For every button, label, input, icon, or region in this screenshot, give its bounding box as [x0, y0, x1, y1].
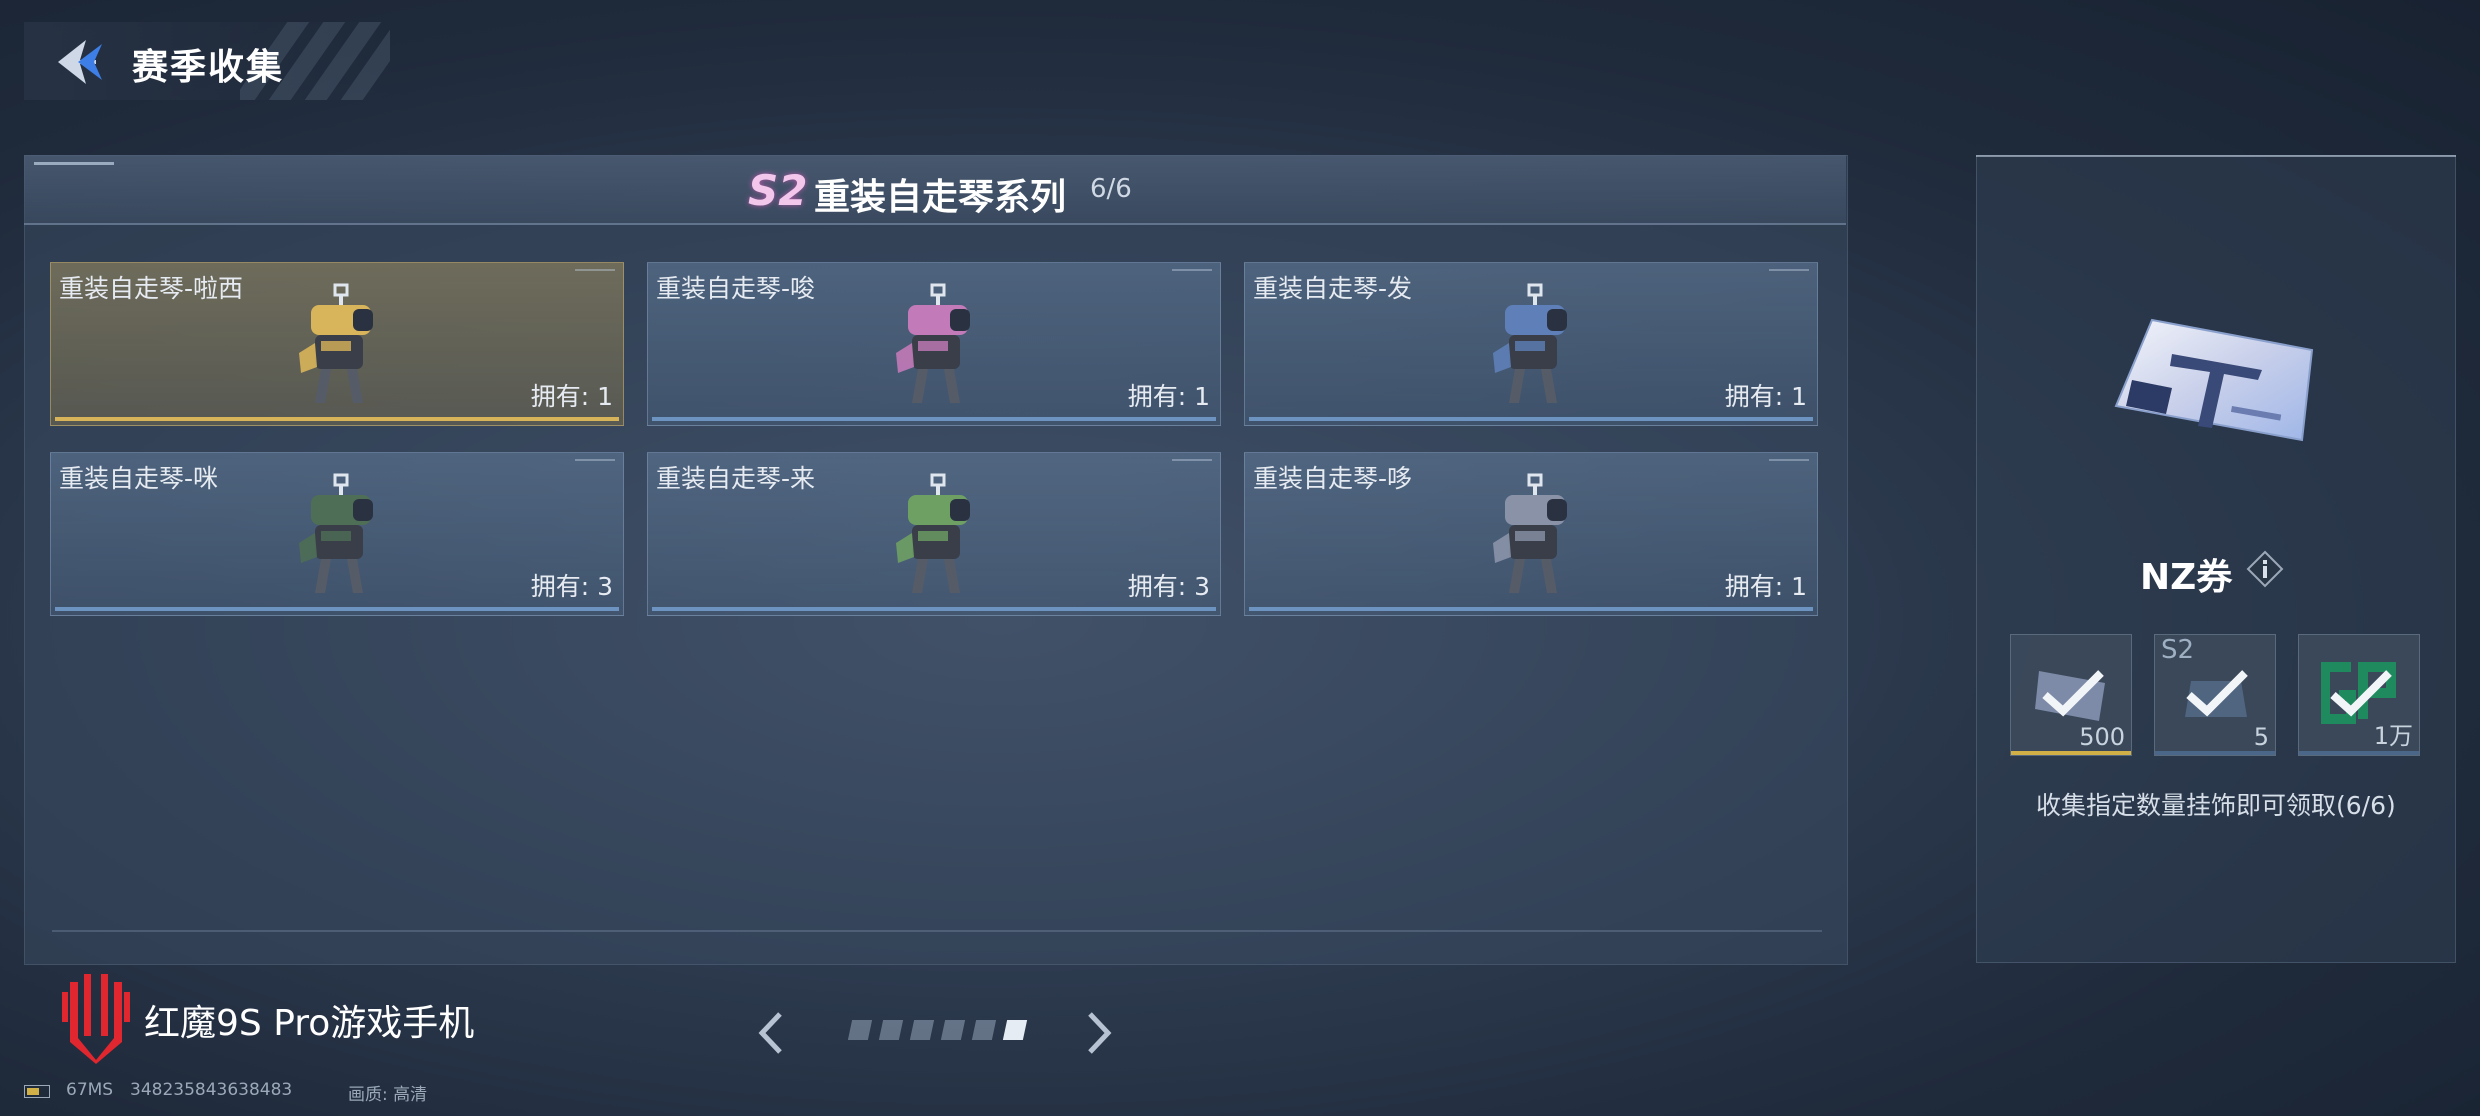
auto-piano-figure-icon	[896, 283, 970, 403]
item-name: 重装自走琴-唆	[656, 274, 816, 303]
nz-ticket-icon	[2114, 318, 2314, 442]
redmagic-logo-icon	[62, 974, 130, 1064]
page-dot[interactable]	[878, 1020, 904, 1040]
reward-name: NZ券	[2140, 557, 2233, 598]
card-corner-decoration	[1172, 459, 1212, 461]
auto-piano-figure-icon	[896, 473, 970, 593]
item-name: 重装自走琴-啦西	[59, 274, 244, 303]
collection-item-card[interactable]: 重装自走琴-啦西 拥有: 1	[50, 262, 624, 426]
collection-item-card[interactable]: 重装自走琴-咪 拥有: 3	[50, 452, 624, 616]
quality-text: 画质: 高清	[348, 1085, 428, 1105]
card-corner-decoration	[1769, 269, 1809, 271]
season-badge: S2	[748, 166, 808, 215]
rarity-bar	[55, 607, 619, 611]
rarity-bar	[1249, 417, 1813, 421]
rarity-bar	[652, 607, 1216, 611]
back-arrow-icon	[58, 40, 102, 84]
owned-count: 拥有: 3	[530, 572, 613, 601]
auto-piano-figure-icon	[1493, 473, 1567, 593]
claim-condition-text: 收集指定数量挂饰即可领取(6/6)	[2036, 791, 2396, 820]
card-corner-decoration	[1769, 459, 1809, 461]
page-dot[interactable]	[1002, 1020, 1028, 1040]
reward-slot-underline	[2155, 751, 2275, 755]
info-icon[interactable]	[2246, 550, 2284, 588]
battery-icon	[24, 1085, 50, 1098]
owned-count: 拥有: 1	[530, 382, 613, 411]
brand-watermark: 红魔9S Pro游戏手机	[144, 1003, 475, 1044]
card-corner-decoration	[575, 269, 615, 271]
series-progress: 6/6	[1090, 174, 1132, 204]
card-corner-decoration	[575, 459, 615, 461]
reward-slot-underline	[2299, 751, 2419, 755]
reward-slot[interactable]: 1万	[2298, 634, 2420, 756]
ping-text: 67MS	[66, 1080, 114, 1100]
series-title: 重装自走琴系列	[814, 177, 1067, 218]
auto-piano-figure-icon	[1493, 283, 1567, 403]
back-button[interactable]	[52, 34, 108, 90]
reward-slot-underline	[2011, 751, 2131, 755]
collection-item-card[interactable]: 重装自走琴-唆 拥有: 1	[647, 262, 1221, 426]
item-name: 重装自走琴-来	[656, 464, 816, 493]
nz-ticket-icon	[2035, 670, 2105, 721]
prev-page-arrow-icon[interactable]	[752, 1008, 788, 1058]
rarity-bar	[55, 417, 619, 421]
next-page-arrow-icon[interactable]	[1082, 1008, 1118, 1058]
rarity-bar	[652, 417, 1216, 421]
auto-piano-figure-icon	[299, 473, 373, 593]
item-name: 重装自走琴-哆	[1253, 464, 1413, 493]
page-dot[interactable]	[971, 1020, 997, 1040]
s2-crate-icon	[2185, 670, 2248, 717]
reward-quantity: 5	[2253, 723, 2269, 751]
reward-slot[interactable]: 500	[2010, 634, 2132, 756]
owned-count: 拥有: 1	[1127, 382, 1210, 411]
reward-quantity: 1万	[2373, 722, 2413, 750]
item-name: 重装自走琴-咪	[59, 464, 219, 493]
owned-count: 拥有: 1	[1724, 572, 1807, 601]
reward-quantity: 500	[2079, 723, 2125, 751]
header-decoration-line	[34, 162, 114, 165]
auto-piano-figure-icon	[299, 283, 373, 403]
reward-slot[interactable]: S2 5	[2154, 634, 2276, 756]
page-dot[interactable]	[847, 1020, 873, 1040]
panel-divider	[52, 930, 1822, 932]
page-dot[interactable]	[940, 1020, 966, 1040]
reward-panel-top-line	[1976, 155, 2456, 157]
collection-item-card[interactable]: 重装自走琴-来 拥有: 3	[647, 452, 1221, 616]
card-corner-decoration	[1172, 269, 1212, 271]
page-dot[interactable]	[909, 1020, 935, 1040]
page-title: 赛季收集	[132, 47, 285, 88]
player-id-text: 348235843638483	[130, 1080, 293, 1100]
item-name: 重装自走琴-发	[1253, 274, 1413, 303]
owned-count: 拥有: 1	[1724, 382, 1807, 411]
collection-item-card[interactable]: 重装自走琴-发 拥有: 1	[1244, 262, 1818, 426]
rarity-bar	[1249, 607, 1813, 611]
collection-item-card[interactable]: 重装自走琴-哆 拥有: 1	[1244, 452, 1818, 616]
owned-count: 拥有: 3	[1127, 572, 1210, 601]
